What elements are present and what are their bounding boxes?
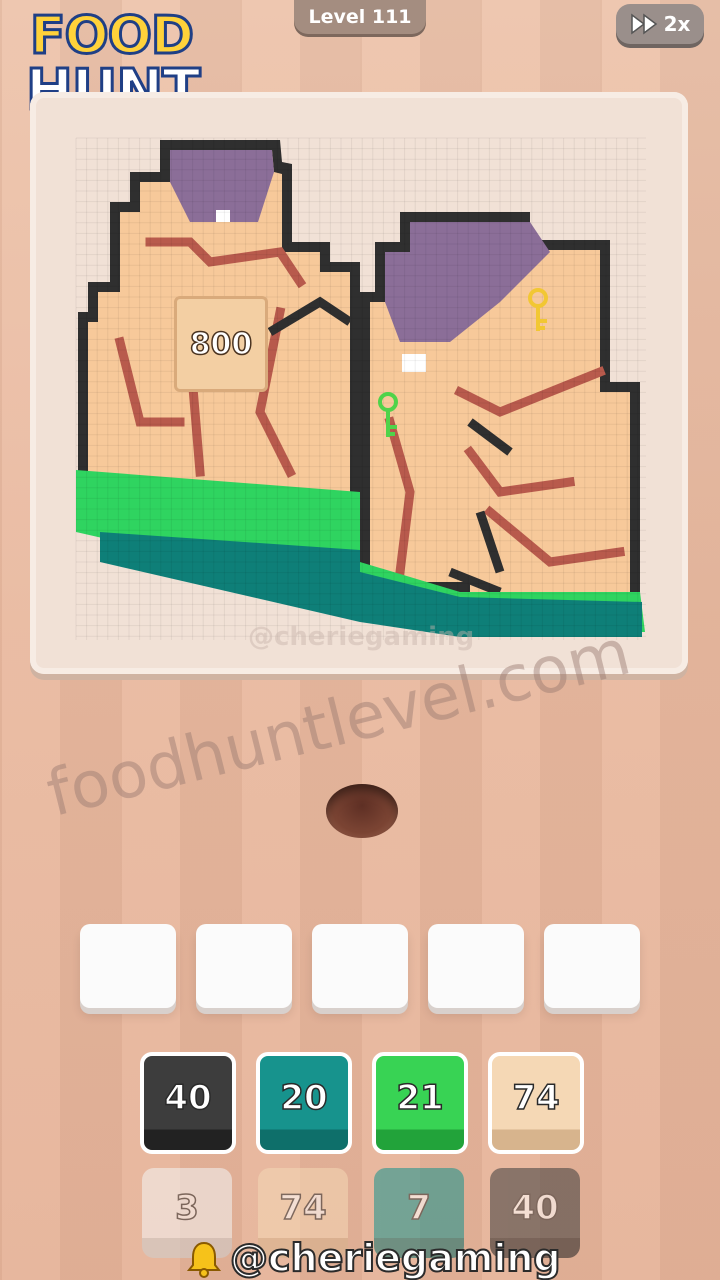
block-count: 21 [396, 1077, 445, 1119]
score-tile: 800 [174, 296, 268, 392]
tray-slot[interactable] [312, 924, 408, 1008]
block-count: 40 [511, 1187, 560, 1229]
tray-slot[interactable] [428, 924, 524, 1008]
key-icon-green[interactable] [376, 392, 400, 442]
creator-handle: @cheriegaming [229, 1235, 562, 1280]
color-block[interactable]: 21 [372, 1052, 468, 1154]
color-block[interactable]: 20 [256, 1052, 352, 1154]
pixel-art-picture[interactable] [30, 92, 688, 674]
tray-slot[interactable] [544, 924, 640, 1008]
color-block[interactable]: 74 [488, 1052, 584, 1154]
bell-icon [186, 1241, 222, 1278]
speed-label: 2x [663, 12, 691, 36]
tray-slot[interactable] [196, 924, 292, 1008]
tray-slot[interactable] [80, 924, 176, 1008]
drop-hole [326, 784, 398, 838]
key-icon-gold[interactable] [526, 288, 550, 334]
block-count: 20 [280, 1077, 329, 1119]
tray-slots [80, 924, 642, 1010]
logo-line-food: FOOD [28, 5, 195, 68]
block-count: 7 [406, 1187, 431, 1229]
speed-button[interactable]: 2x [616, 4, 704, 44]
block-count: 74 [512, 1077, 561, 1119]
block-count: 40 [164, 1077, 213, 1119]
block-count: 3 [174, 1187, 199, 1229]
level-label: Level 111 [294, 0, 426, 34]
puzzle-board: @cheriegaming 800 [30, 92, 688, 674]
color-block[interactable]: 40 [140, 1052, 236, 1154]
fast-forward-icon [630, 13, 657, 35]
board-watermark: @cheriegaming [248, 622, 475, 652]
block-count: 74 [279, 1187, 328, 1229]
